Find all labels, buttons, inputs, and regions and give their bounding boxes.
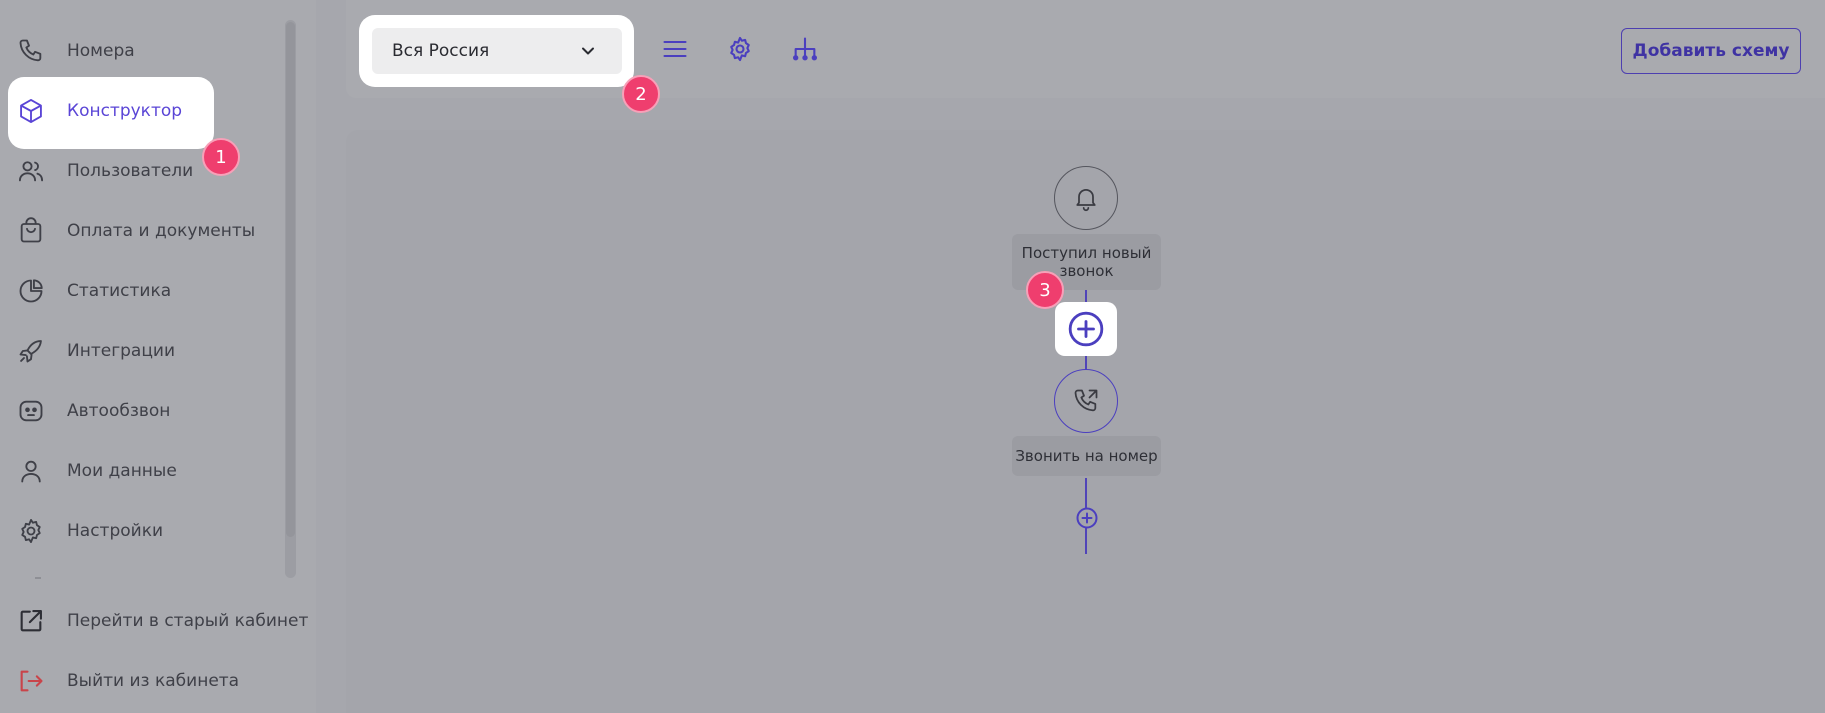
sidebar-item-my-data[interactable]: Мои данные: [0, 442, 300, 500]
sidebar-scrollbar-thumb[interactable]: [286, 22, 295, 537]
sidebar-item-autodialer[interactable]: Автообзвон: [0, 382, 300, 440]
sidebar-item-numbers[interactable]: Номера: [0, 22, 300, 80]
sidebar-item-settings[interactable]: Настройки: [0, 502, 300, 560]
sidebar-item-integrations[interactable]: Интеграции: [0, 322, 300, 380]
pie-chart-icon: [16, 276, 46, 306]
sidebar-item-payments[interactable]: Оплата и документы: [0, 202, 300, 260]
user-icon: [16, 456, 46, 486]
add-scheme-button[interactable]: Добавить схему: [1621, 28, 1801, 74]
region-select-value: Вся Россия: [392, 41, 490, 61]
sidebar-item-constructor[interactable]: Конструктор: [0, 82, 300, 140]
users-icon: [16, 156, 46, 186]
sidebar-item-users[interactable]: Пользователи: [0, 142, 300, 200]
list-icon[interactable]: [660, 34, 690, 64]
bell-icon: [1076, 188, 1096, 212]
chevron-down-icon: [582, 47, 594, 55]
plus-circle-icon: [1068, 311, 1104, 347]
tutorial-step-badge: 1: [202, 138, 240, 176]
hierarchy-icon[interactable]: [790, 34, 820, 64]
region-select[interactable]: Вся Россия: [372, 28, 622, 74]
sidebar-item-label: Конструктор: [67, 101, 183, 121]
action-node-text: Звонить на номер: [1015, 447, 1158, 465]
robot-icon: [16, 396, 46, 426]
sidebar-item-label: Настройки: [67, 521, 164, 541]
sidebar-item-label: Перейти в старый кабинет: [67, 611, 309, 631]
shopping-bag-icon: [16, 216, 46, 246]
settings-icon[interactable]: [725, 34, 755, 64]
sidebar-item-statistics[interactable]: Статистика: [0, 262, 300, 320]
sidebar-item-label: Выйти из кабинета: [67, 671, 240, 691]
sidebar-item-label: Оплата и документы: [67, 221, 256, 241]
sidebar-divider: [35, 577, 41, 579]
sidebar-item-logout[interactable]: Выйти из кабинета: [0, 652, 300, 710]
add-step-button[interactable]: [1055, 302, 1117, 356]
cube-icon: [16, 96, 46, 126]
sidebar: Номера Конструктор Пользователи Оплата и…: [0, 0, 316, 713]
gear-icon: [16, 516, 46, 546]
sidebar-item-label: Автообзвон: [67, 401, 171, 421]
logout-icon: [16, 666, 46, 696]
phone-icon: [16, 36, 46, 66]
rocket-icon: [16, 336, 46, 366]
trigger-node[interactable]: [1054, 166, 1118, 230]
sidebar-item-label: Статистика: [67, 281, 172, 301]
tutorial-step-badge: 2: [622, 75, 660, 113]
sidebar-item-label: Пользователи: [67, 161, 194, 181]
sidebar-item-label: Номера: [67, 41, 135, 61]
sidebar-item-label: Интеграции: [67, 341, 176, 361]
action-node-label: Звонить на номер: [1012, 436, 1161, 476]
action-node[interactable]: [1054, 369, 1118, 433]
flow-connector: [1085, 356, 1087, 370]
external-link-icon: [16, 606, 46, 636]
sidebar-scrollbar[interactable]: [285, 20, 296, 578]
add-step-small-icon[interactable]: [1075, 506, 1099, 530]
sidebar-item-old-cabinet[interactable]: Перейти в старый кабинет: [0, 592, 308, 650]
sidebar-item-label: Мои данные: [67, 461, 177, 481]
phone-outgoing-icon: [1074, 389, 1098, 412]
